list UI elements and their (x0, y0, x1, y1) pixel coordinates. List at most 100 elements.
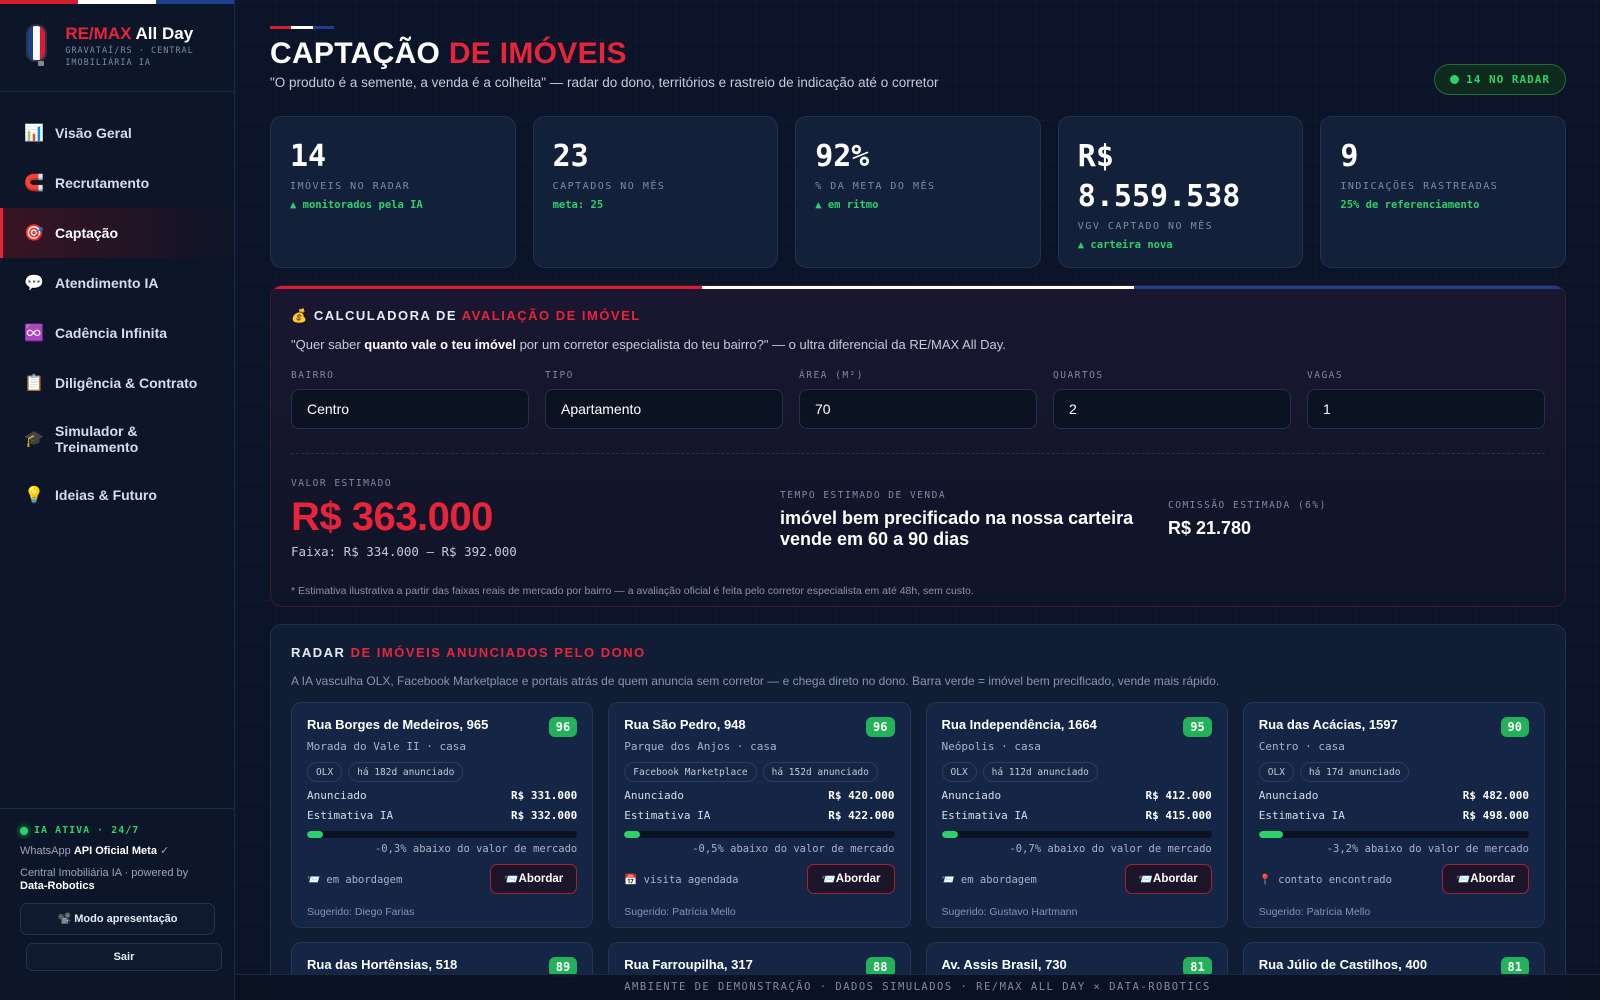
sidebar-item-simulador-treinamento[interactable]: 🎓 Simulador & Treinamento (0, 408, 234, 470)
commission: COMISSÃO ESTIMADA (6%) R$ 21.780 (1168, 500, 1327, 538)
vagas-input[interactable]: 1 (1307, 389, 1545, 429)
sidebar-footer: IA ATIVA · 24/7 WhatsApp API Oficial Met… (0, 808, 234, 1000)
listing-status: 📨 em abordagem (941, 873, 1037, 886)
pricing-bar-fill (624, 831, 641, 838)
envelope-icon: 📨 (504, 874, 519, 886)
quartos-input[interactable]: 2 (1053, 389, 1291, 429)
source-tag: OLX (307, 762, 343, 782)
listing-status: 📅 visita agendada (624, 873, 739, 886)
listed-price-row: Anunciado R$ 331.000 (307, 789, 578, 802)
listing-address: Rua Borges de Medeiros, 965 (307, 717, 489, 732)
suggested-agent: Sugerido: Diego Farias (307, 906, 415, 918)
presentation-mode-button[interactable]: 📽️ Modo apresentação (20, 903, 215, 935)
balloon-logo-icon (28, 26, 46, 66)
listing-address: Rua das Hortênsias, 518 (307, 957, 458, 972)
valuation-calculator: 💰 CALCULADORA DE AVALIAÇÃO DE IMÓVEL "Qu… (270, 285, 1566, 607)
calculator-lead: "Quer saber quanto vale o teu imóvel por… (291, 337, 1006, 352)
graduation-cap-icon: 🎓 (24, 431, 44, 448)
abordar-button[interactable]: 📨 Abordar (1124, 864, 1212, 894)
ai-estimate-row: Estimativa IA R$ 498.000 (1258, 809, 1529, 822)
demo-environment-banner: AMBIENTE DE DEMONSTRAÇÃO · DADOS SIMULAD… (235, 974, 1600, 1000)
sidebar-item-captacao[interactable]: 🎯 Captação (0, 208, 234, 258)
listing-card[interactable]: Rua das Acácias, 1597 90 Centro · casa OL… (1242, 702, 1545, 928)
projector-icon: 📽️ (57, 913, 72, 925)
brand-color-strip (0, 0, 234, 4)
ai-estimate-row: Estimativa IA R$ 332.000 (307, 809, 578, 822)
sidebar-item-atendimento-ia[interactable]: 💬 Atendimento IA (0, 258, 234, 308)
kpi-card: 92% % DA META DO MÊS ▲ em ritmo (795, 116, 1041, 268)
divider (291, 453, 1545, 454)
calculator-color-strip (271, 286, 1565, 289)
kpi-label: % DA META DO MÊS (815, 181, 936, 192)
sidebar-item-cadencia-infinita[interactable]: ♾️ Cadência Infinita (0, 308, 234, 358)
kpi-card: 23 CAPTADOS NO MÊS meta: 25 (532, 116, 779, 268)
suggested-agent: Sugerido: Gustavo Hartmann (941, 906, 1078, 918)
sidebar-item-recrutamento[interactable]: 🧲 Recrutamento (0, 158, 234, 208)
bairro-input[interactable]: Centro (291, 389, 529, 429)
sidebar: RE/MAX All Day GRAVATAÍ/RS · CENTRAL IMO… (0, 0, 235, 1000)
logout-button[interactable]: Sair (26, 943, 222, 971)
pricing-bar-fill (1258, 831, 1284, 838)
price-diff: -0,7% abaixo do valor de mercado (1009, 843, 1212, 855)
envelope-icon: 📨 (941, 873, 955, 886)
estimate-label: VALOR ESTIMADO (291, 478, 393, 489)
listing-card[interactable]: Rua São Pedro, 948 96 Parque dos Anjos · … (608, 702, 911, 928)
abordar-button[interactable]: 📨 Abordar (490, 864, 578, 894)
quartos-field: QUARTOS 2 (1053, 370, 1291, 429)
pricing-bar (941, 831, 1212, 838)
pricing-bar (1258, 831, 1529, 838)
abordar-button[interactable]: 📨 Abordar (1441, 864, 1529, 894)
price-diff: -0,3% abaixo do valor de mercado (374, 843, 578, 855)
sidebar-item-visao-geral[interactable]: 📊 Visão Geral (0, 108, 234, 158)
status-dot-icon (1450, 75, 1460, 84)
suggested-agent: Sugerido: Patrícia Mello (624, 906, 736, 918)
listing-location: Parque dos Anjos · casa (624, 740, 777, 753)
listing-location: Neópolis · casa (941, 740, 1041, 753)
price-diff: -0,5% abaixo do valor de mercado (692, 843, 895, 855)
abordar-button[interactable]: 📨 Abordar (807, 864, 895, 894)
kpi-note: meta: 25 (552, 199, 604, 211)
sidebar-item-diligencia-contrato[interactable]: 📋 Diligência & Contrato (0, 358, 234, 408)
age-tag: há 17d anunciado (1299, 762, 1410, 782)
ai-estimate-row: Estimativa IA R$ 415.000 (941, 809, 1212, 822)
tipo-field: TIPO Apartamento (545, 370, 783, 429)
score-badge: 90 (1500, 717, 1529, 737)
pricing-bar-fill (307, 831, 324, 838)
magnet-icon: 🧲 (24, 175, 44, 192)
kpi-note: ▲ monitorados pela IA (290, 199, 423, 211)
title-color-strip (270, 26, 334, 29)
score-badge: 96 (866, 717, 895, 737)
pricing-bar-fill (941, 831, 958, 838)
listing-card[interactable]: Rua Borges de Medeiros, 965 96 Morada do … (291, 702, 594, 928)
lightbulb-icon: 💡 (24, 487, 44, 504)
listing-card[interactable]: Rua Independência, 1664 95 Neópolis · cas… (925, 702, 1228, 928)
brand-name: RE/MAX All Day (65, 24, 194, 43)
ai-estimate-row: Estimativa IA R$ 422.000 (624, 809, 895, 822)
main-content: CAPTAÇÃO DE IMÓVEIS "O produto é a semen… (235, 0, 1600, 1000)
envelope-icon: 📨 (821, 874, 836, 886)
kpi-label: INDICAÇÕES RASTREADAS (1340, 181, 1499, 192)
listed-price-row: Anunciado R$ 412.000 (941, 789, 1212, 802)
powered-by: Central Imobiliária IA · powered by Data… (20, 867, 189, 892)
ia-status: IA ATIVA · 24/7 (20, 825, 214, 836)
owner-listings-radar: RADAR DE IMÓVEIS ANUNCIADOS PELO DONO A … (270, 624, 1566, 1000)
sidebar-nav: 📊 Visão Geral 🧲 Recrutamento 🎯 Captação 💬 At… (0, 92, 234, 520)
listing-status: 📨 em abordagem (307, 873, 403, 886)
pin-icon: 📍 (1258, 873, 1272, 886)
kpi-value: 14 (290, 139, 327, 174)
radar-count-badge: 14 NO RADAR (1434, 64, 1566, 95)
age-tag: há 182d anunciado (348, 762, 464, 782)
sidebar-item-ideias-futuro[interactable]: 💡 Ideias & Futuro (0, 470, 234, 520)
listed-price-row: Anunciado R$ 482.000 (1258, 789, 1529, 802)
listing-location: Centro · casa (1258, 740, 1345, 753)
valuation-result: VALOR ESTIMADO R$ 363.000 Faixa: R$ 334.… (291, 478, 1545, 578)
kpi-card: 9 INDICAÇÕES RASTREADAS 25% de referenciam… (1320, 116, 1566, 268)
brand[interactable]: RE/MAX All Day GRAVATAÍ/RS · CENTRAL IMO… (0, 4, 234, 92)
page-subtitle: "O produto é a semente, a venda é a colh… (270, 75, 939, 90)
listing-address: Av. Assis Brasil, 730 (941, 957, 1067, 972)
tipo-select[interactable]: Apartamento (545, 389, 783, 429)
kpi-value: 9 (1340, 139, 1359, 174)
area-input[interactable]: 70 (799, 389, 1037, 429)
listing-address: Rua Independência, 1664 (941, 717, 1097, 732)
kpi-note: 25% de referenciamento (1340, 199, 1480, 211)
